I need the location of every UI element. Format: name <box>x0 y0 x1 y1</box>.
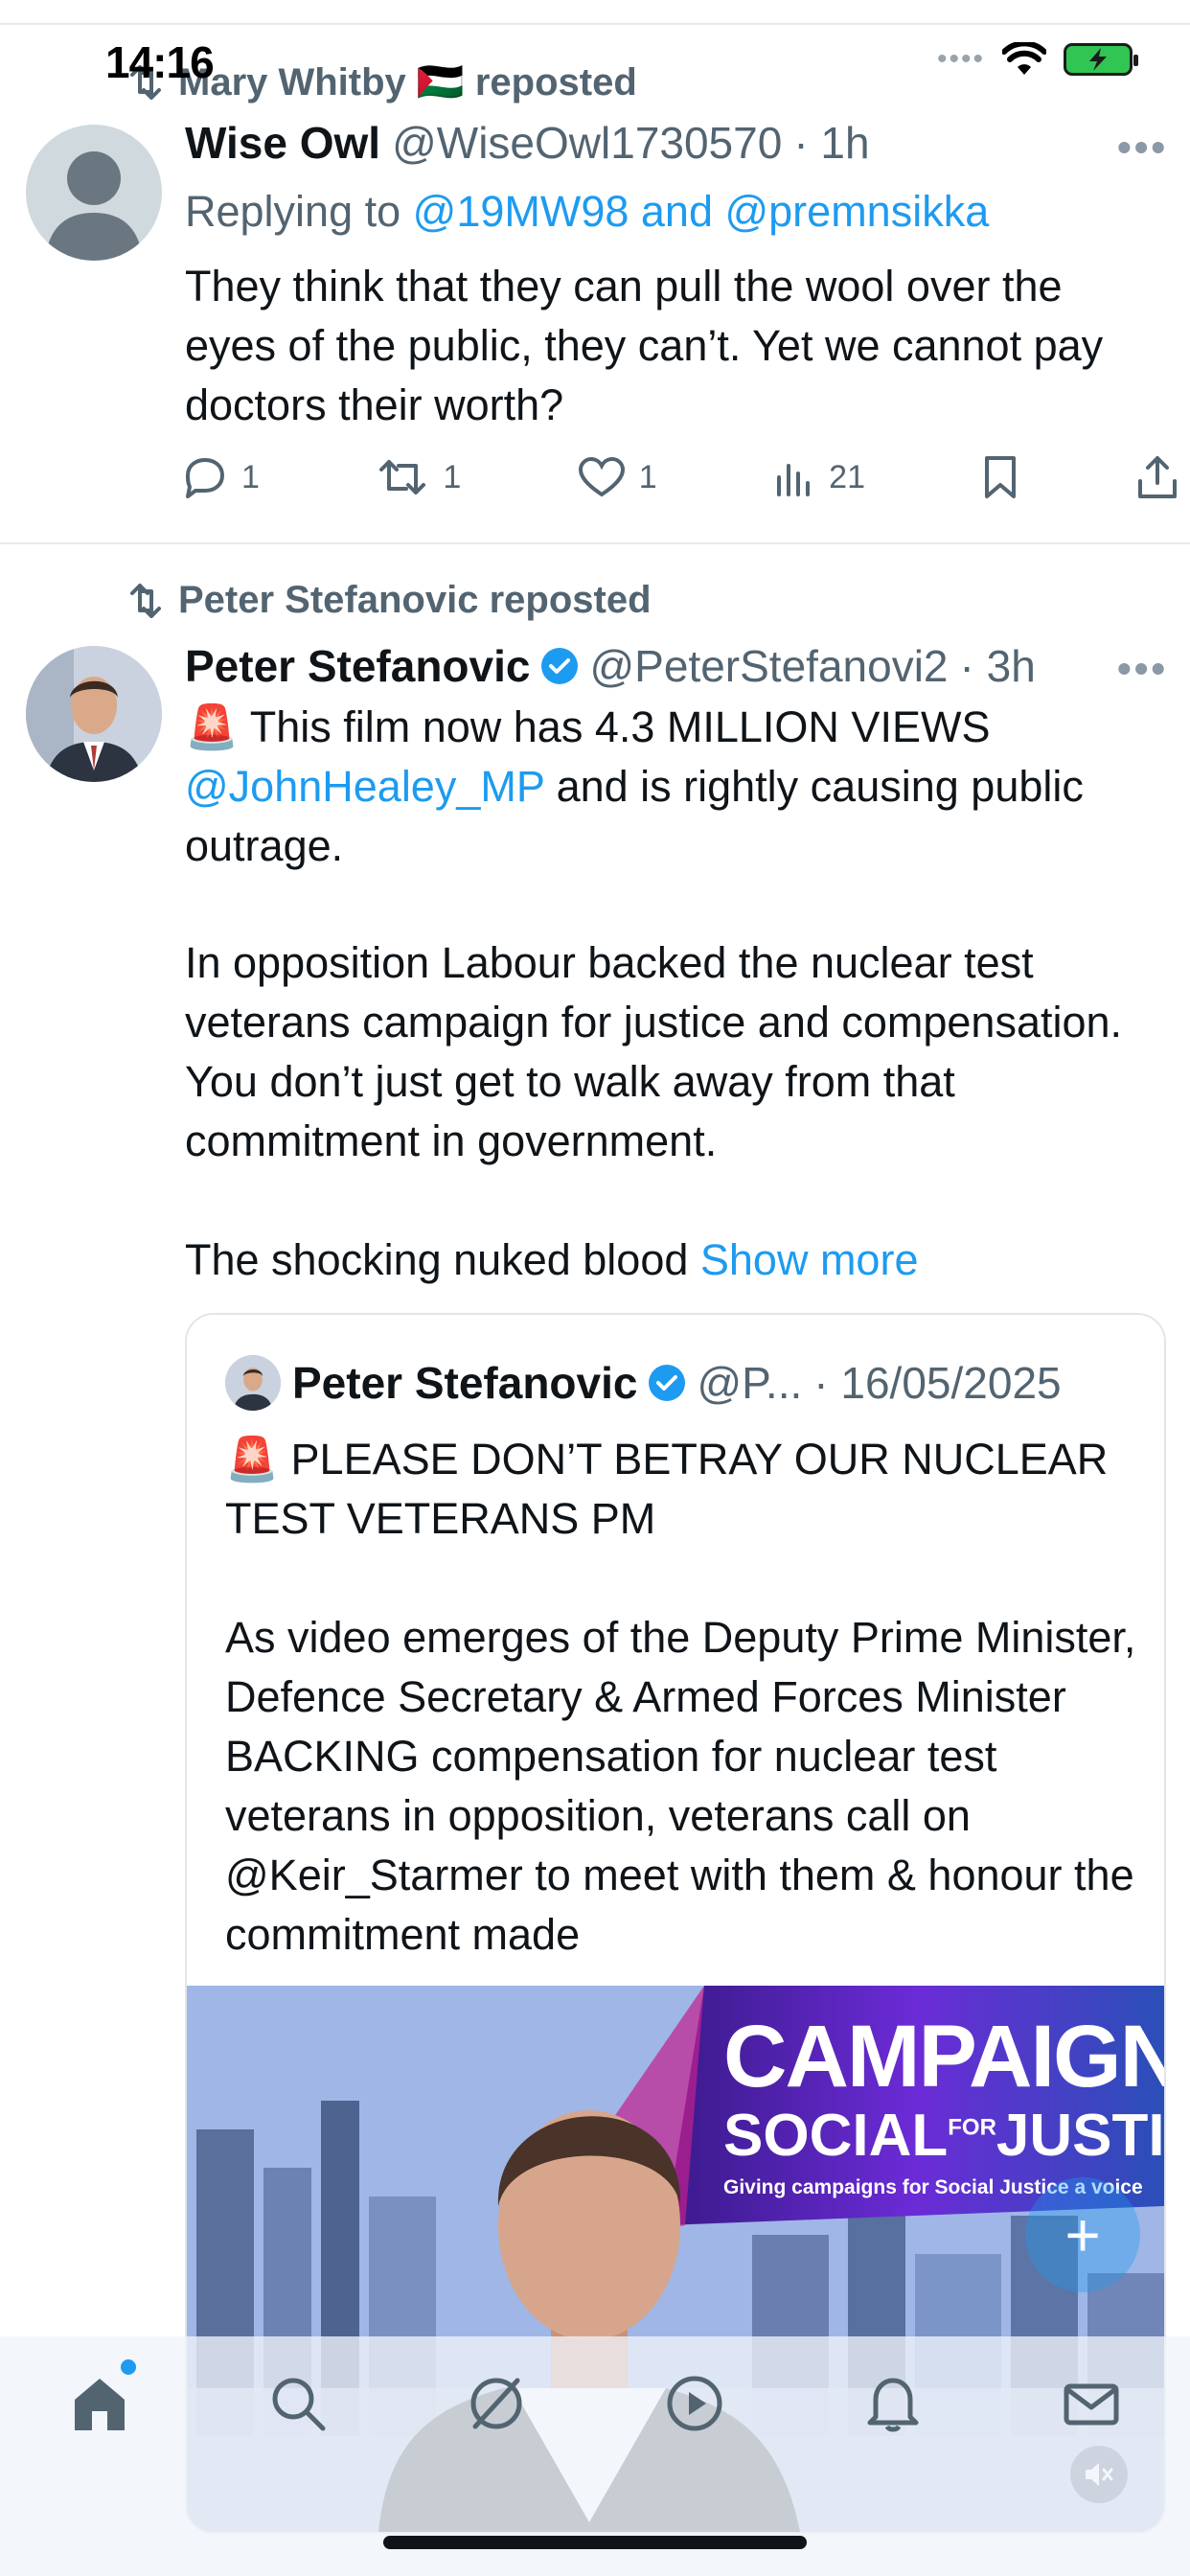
quoted-post-text: 🚨 PLEASE DON’T BETRAY OUR NUCLEAR TEST V… <box>225 1430 1145 1549</box>
post-paragraph-2: In opposition Labour backed the nuclear … <box>185 938 1123 1165</box>
repost-count: 1 <box>443 458 462 495</box>
quoted-post-header: Peter Stefanovic @P... · 16/05/2025 <box>225 1355 1062 1411</box>
home-icon <box>74 2379 125 2430</box>
post-header: Peter Stefanovic @PeterStefanovi2 · 3h <box>185 640 1036 692</box>
battery-icon <box>1064 43 1138 76</box>
repost-by-label: Mary Whitby 🇵🇸 reposted <box>178 61 637 104</box>
status-time: 14:16 <box>105 37 215 87</box>
more-options-icon[interactable]: ••• <box>1117 125 1168 171</box>
siren-emoji: 🚨 <box>185 702 240 751</box>
reply-button[interactable]: 1 <box>182 456 260 498</box>
video-icon <box>667 2376 721 2431</box>
banner-for: FOR <box>948 2114 996 2141</box>
views-button[interactable]: 21 <box>773 456 865 498</box>
nav-video[interactable] <box>656 2365 733 2442</box>
messages-icon <box>1064 2383 1118 2426</box>
quoted-avatar <box>225 1355 281 1411</box>
view-count: 21 <box>829 458 865 495</box>
nav-home[interactable] <box>61 2359 138 2442</box>
bookmark-icon <box>985 456 1017 498</box>
author-name[interactable]: Wise Owl <box>185 117 380 169</box>
home-indicator[interactable] <box>383 2536 807 2549</box>
author-handle[interactable]: @WiseOwl1730570 <box>392 117 782 169</box>
default-avatar-icon <box>45 151 143 261</box>
banner-justice: JUSTICE <box>995 2103 1164 2169</box>
repost-icon <box>130 583 161 618</box>
avatar[interactable] <box>26 646 162 782</box>
post-actions: 1 1 1 21 <box>182 454 1179 500</box>
like-button[interactable]: 1 <box>578 456 657 498</box>
quoted-post-line-1: PLEASE DON’T BETRAY OUR NUCLEAR TEST VET… <box>225 1435 1109 1543</box>
share-button[interactable] <box>1136 454 1179 500</box>
reply-targets-link[interactable]: @19MW98 and @premnsikka <box>413 187 990 236</box>
notification-dot <box>120 2359 136 2375</box>
analytics-icon <box>777 464 811 496</box>
share-icon <box>1137 456 1177 498</box>
reply-icon <box>186 458 224 498</box>
reply-context: Replying to @19MW98 and @premnsikka <box>185 182 1181 242</box>
siren-emoji: 🚨 <box>225 1435 280 1484</box>
quoted-post-date: · 16/05/2025 <box>813 1358 1062 1408</box>
post-truncated-text: The shocking nuked blood <box>185 1235 700 1284</box>
nav-grok[interactable] <box>458 2365 535 2442</box>
banner-social: SOCIAL <box>723 2103 949 2169</box>
verified-badge-icon <box>541 648 579 684</box>
repost-by-label: Peter Stefanovic reposted <box>178 579 652 621</box>
heart-icon <box>578 456 625 497</box>
repost-indicator[interactable]: Peter Stefanovic reposted <box>125 579 652 622</box>
plus-icon: + <box>1064 2200 1101 2269</box>
reply-count: 1 <box>241 458 260 495</box>
author-handle[interactable]: @PeterStefanovi2 <box>589 640 948 692</box>
quoted-post-paragraph-2: As video emerges of the Deputy Prime Min… <box>225 1613 1136 1959</box>
post-text-line-1: This film now has 4.3 MILLION VIEWS <box>239 702 991 751</box>
show-more-link[interactable]: Show more <box>700 1235 919 1284</box>
top-divider <box>0 23 1190 25</box>
compose-button[interactable]: + <box>1025 2177 1140 2292</box>
bookmark-button[interactable] <box>981 454 1019 500</box>
post-paragraph-3: The shocking nuked blood Show more <box>185 1230 1172 1290</box>
repost-icon <box>379 460 426 494</box>
notifications-icon <box>867 2378 918 2432</box>
post-text: 🚨 This film now has 4.3 MILLION VIEWS @J… <box>185 698 1172 876</box>
grok-icon <box>470 2378 521 2429</box>
quoted-author-name: Peter Stefanovic <box>292 1358 638 1408</box>
wifi-icon <box>1002 42 1046 75</box>
post-divider <box>0 542 1190 544</box>
nav-messages[interactable] <box>1053 2365 1130 2442</box>
avatar[interactable] <box>26 125 162 261</box>
signal-icon: •••• <box>936 43 985 75</box>
banner-title: CAMPAIGN <box>723 2008 1164 2105</box>
post-header: Wise Owl @WiseOwl1730570 · 1h <box>185 117 870 169</box>
author-name[interactable]: Peter Stefanovic <box>185 640 530 692</box>
quoted-author-handle: @P... <box>697 1358 803 1408</box>
repost-button[interactable]: 1 <box>376 456 461 498</box>
post-time: · 1h <box>793 118 870 168</box>
post-text: They think that they can pull the wool o… <box>185 262 1104 429</box>
profile-photo <box>26 646 162 782</box>
nav-search[interactable] <box>260 2365 336 2442</box>
search-icon <box>272 2378 325 2431</box>
replying-to-label: Replying to <box>185 187 413 236</box>
more-options-icon[interactable]: ••• <box>1117 646 1168 692</box>
mention-link[interactable]: @JohnHealey_MP <box>185 762 544 811</box>
campaign-banner: CAMPAIGN SOCIALFORJUSTICE Giving campaig… <box>723 2012 1164 2197</box>
status-icons: •••• <box>936 42 1138 77</box>
verified-badge-icon <box>649 1365 686 1401</box>
nav-notifications[interactable] <box>855 2365 931 2442</box>
banner-subtitle: SOCIALFORJUSTICE <box>723 2106 1164 2166</box>
post-time: · 3h <box>959 641 1036 691</box>
like-count: 1 <box>638 458 657 495</box>
